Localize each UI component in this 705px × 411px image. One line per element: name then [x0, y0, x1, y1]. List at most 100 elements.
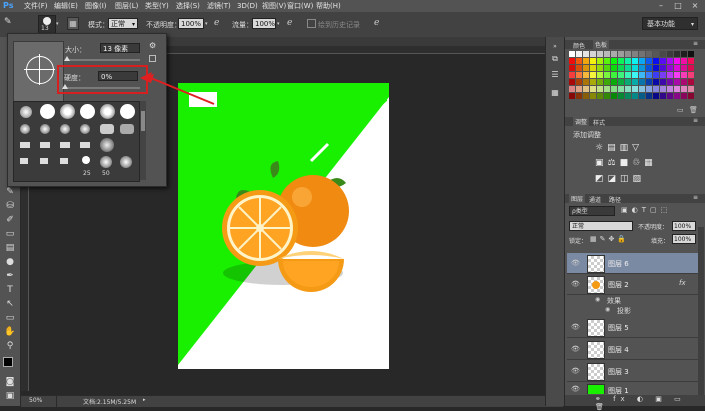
color-swatch[interactable] [597, 58, 603, 64]
new-preset-icon[interactable] [149, 55, 156, 62]
layer-name[interactable]: 图层 1 [608, 386, 629, 394]
color-swatch[interactable] [625, 79, 631, 85]
layer-kind-filter[interactable]: ρ类型 [569, 206, 615, 216]
brush-icon[interactable]: ✎ [4, 186, 16, 198]
color-swatch[interactable] [653, 79, 659, 85]
color-swatch[interactable] [618, 58, 624, 64]
color-swatch[interactable] [611, 86, 617, 92]
brush-tip-hard[interactable] [80, 104, 95, 119]
color-swatch[interactable] [576, 93, 582, 99]
brush-tip-special[interactable] [120, 124, 134, 134]
color-swatch[interactable] [681, 51, 687, 57]
eye-icon[interactable]: 👁 [571, 259, 580, 267]
tab-styles[interactable]: 样式 [593, 118, 605, 127]
color-swatch[interactable] [660, 72, 666, 78]
color-swatch[interactable] [618, 51, 624, 57]
layer-row[interactable]: 👁 图层 2 fx [567, 274, 698, 295]
expand-panels-icon[interactable]: » [549, 41, 561, 53]
color-swatch[interactable] [646, 72, 652, 78]
color-swatch[interactable] [583, 65, 589, 71]
brush-tip-special[interactable] [20, 142, 30, 148]
color-swatch[interactable] [604, 51, 610, 57]
maximize-button[interactable]: □ [672, 1, 684, 11]
layer-name[interactable]: 图层 5 [608, 323, 629, 333]
history-panel-icon[interactable]: ⧉ [549, 53, 561, 65]
menu-select[interactable]: 选择(S) [176, 0, 200, 12]
color-swatch[interactable] [576, 86, 582, 92]
layer-name[interactable]: 图层 4 [608, 345, 629, 355]
menu-type[interactable]: 类型(Y) [145, 0, 169, 12]
panel-menu-icon[interactable]: ≡ [693, 117, 698, 124]
tab-swatches[interactable]: 色板 [593, 40, 610, 49]
color-swatch[interactable] [653, 51, 659, 57]
brush-tip-special[interactable] [20, 158, 28, 164]
color-swatch[interactable] [611, 51, 617, 57]
layer-name[interactable]: 图层 3 [608, 367, 629, 377]
fill-input[interactable]: 100% [672, 234, 696, 244]
color-swatch[interactable] [674, 58, 680, 64]
properties-panel-icon[interactable]: ☰ [549, 69, 561, 81]
color-swatch[interactable] [646, 93, 652, 99]
document-canvas[interactable] [178, 83, 389, 369]
color-swatch[interactable] [569, 79, 575, 85]
menu-filter[interactable]: 滤镜(T) [207, 0, 231, 12]
color-swatch[interactable] [681, 65, 687, 71]
brush-tip-hard[interactable] [82, 156, 90, 164]
brush-tip-special[interactable] [100, 124, 114, 134]
color-swatch[interactable] [681, 86, 687, 92]
color-swatch[interactable] [681, 58, 687, 64]
trash-icon[interactable]: 🗑 [689, 106, 698, 114]
menu-image[interactable]: 图像(I) [85, 0, 107, 12]
color-swatch[interactable] [667, 65, 673, 71]
zoom-level[interactable]: 50% [29, 397, 42, 404]
color-swatch[interactable] [639, 93, 645, 99]
color-swatch[interactable] [688, 65, 694, 71]
size-input[interactable]: 13 像素 [100, 43, 140, 53]
eye-icon[interactable]: 👁 [571, 367, 580, 375]
color-swatch[interactable] [639, 65, 645, 71]
color-swatch[interactable] [674, 51, 680, 57]
history-checkbox[interactable] [307, 19, 316, 28]
stamp-icon[interactable]: ⛁ [4, 200, 16, 212]
brush-tip-soft[interactable] [100, 156, 112, 168]
color-swatch[interactable] [625, 72, 631, 78]
color-swatch[interactable] [632, 58, 638, 64]
layer-row[interactable]: 👁 图层 3 [567, 361, 698, 382]
tab-channels[interactable]: 通道 [589, 195, 601, 204]
brush-tip-hard[interactable] [40, 104, 55, 119]
color-swatch[interactable] [576, 72, 582, 78]
shadow-eye-icon[interactable]: ◉ [605, 306, 610, 313]
tab-adjustments[interactable]: 调整 [573, 117, 590, 126]
color-swatch[interactable] [653, 72, 659, 78]
brush-tip-soft[interactable] [20, 124, 30, 134]
brush-preset-picker[interactable]: 13 [38, 15, 56, 34]
adjustment-icons-row-1[interactable]: ☼▤▥▽ [595, 143, 643, 153]
color-swatch[interactable] [660, 93, 666, 99]
color-swatch[interactable] [646, 79, 652, 85]
color-swatch[interactable] [688, 51, 694, 57]
brush-list-scrollbar[interactable] [140, 101, 146, 180]
color-swatch[interactable] [569, 51, 575, 57]
color-swatch[interactable] [625, 93, 631, 99]
airbrush-icon[interactable]: ℯ [287, 18, 292, 28]
size-slider[interactable] [66, 59, 140, 61]
color-swatch[interactable] [667, 86, 673, 92]
color-swatch[interactable] [583, 79, 589, 85]
layer-row[interactable]: 👁 图层 1 [567, 382, 698, 394]
color-swatch[interactable] [590, 86, 596, 92]
color-swatch[interactable] [646, 58, 652, 64]
tab-color[interactable]: 颜色 [573, 41, 585, 50]
type-icon[interactable]: T [4, 284, 16, 296]
color-swatch[interactable] [597, 86, 603, 92]
color-swatch[interactable] [590, 51, 596, 57]
color-swatch[interactable] [590, 72, 596, 78]
brush-tip-soft[interactable] [100, 138, 114, 152]
color-swatch[interactable] [660, 58, 666, 64]
color-swatch[interactable] [660, 65, 666, 71]
layer-row[interactable]: 👁 图层 4 [567, 339, 698, 360]
color-swatch[interactable] [590, 58, 596, 64]
color-swatch[interactable] [639, 86, 645, 92]
path-select-icon[interactable]: ↖ [4, 298, 16, 310]
color-swatch[interactable] [618, 79, 624, 85]
color-swatch[interactable] [583, 72, 589, 78]
